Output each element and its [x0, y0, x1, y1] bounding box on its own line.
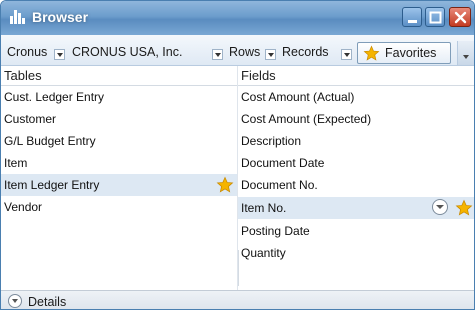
browser-window: Browser Cronus CRONUS USA, Inc. Rows Rec…	[0, 0, 475, 310]
company-label[interactable]: CRONUS USA, Inc.	[72, 45, 182, 59]
minimize-icon	[408, 20, 417, 23]
field-item[interactable]: Document Date	[238, 152, 474, 174]
table-item[interactable]: Cust. Ledger Entry	[1, 86, 237, 108]
window-title: Browser	[32, 9, 89, 25]
details-bar[interactable]: Details	[1, 290, 474, 309]
divider	[238, 250, 239, 286]
field-item-label: Cost Amount (Expected)	[241, 112, 372, 126]
favorites-label: Favorites	[385, 46, 437, 60]
table-item[interactable]: G/L Budget Entry	[1, 130, 237, 152]
favorite-star-icon[interactable]	[216, 176, 234, 194]
table-item-label: Vendor	[4, 200, 43, 214]
records-label[interactable]: Records	[282, 45, 329, 59]
table-item-label: G/L Budget Entry	[4, 134, 96, 148]
favorites-button[interactable]: Favorites	[357, 42, 451, 64]
maximize-icon	[429, 11, 442, 24]
field-item-label: Quantity	[241, 246, 286, 260]
table-item-label: Item Ledger Entry	[4, 178, 100, 192]
field-item-label: Document Date	[241, 156, 325, 170]
field-item-label: Posting Date	[241, 224, 310, 238]
field-item-label: Description	[241, 134, 302, 148]
maximize-button[interactable]	[425, 7, 445, 27]
toolbar-overflow-button[interactable]	[457, 41, 474, 65]
field-item[interactable]: Document No.	[238, 174, 474, 196]
close-icon	[454, 11, 467, 24]
field-item[interactable]: Cost Amount (Expected)	[238, 108, 474, 130]
close-button[interactable]	[449, 7, 471, 27]
table-item-selected[interactable]: Item Ledger Entry	[1, 174, 237, 196]
table-item-label: Customer	[4, 112, 57, 126]
details-label: Details	[28, 295, 67, 309]
field-item[interactable]: Cost Amount (Actual)	[238, 86, 474, 108]
toolbar: Cronus CRONUS USA, Inc. Rows Records Fav…	[1, 35, 474, 66]
minimize-button[interactable]	[402, 7, 422, 27]
tables-header: Tables	[1, 66, 237, 86]
field-item[interactable]: Posting Date	[238, 220, 474, 242]
table-item[interactable]: Item	[1, 152, 237, 174]
table-item-label: Item	[4, 156, 28, 170]
chevron-down-icon[interactable]	[432, 199, 448, 215]
title-bar[interactable]: Browser	[1, 1, 474, 35]
company-dropdown[interactable]	[54, 49, 65, 60]
bar-chart-icon	[10, 10, 26, 24]
table-item-label: Cust. Ledger Entry	[4, 90, 105, 104]
rows-dropdown[interactable]	[265, 49, 276, 60]
field-item-selected[interactable]: Item No.	[238, 197, 474, 219]
fields-header: Fields	[238, 66, 474, 86]
chevron-down-icon[interactable]	[8, 294, 22, 308]
field-item-label: Item No.	[241, 201, 287, 215]
star-icon	[363, 45, 380, 61]
fields-panel: Fields Cost Amount (Actual) Cost Amount …	[238, 66, 474, 290]
favorite-star-icon[interactable]	[455, 199, 473, 217]
field-item[interactable]: Quantity	[238, 242, 474, 264]
field-item-label: Document No.	[241, 178, 318, 192]
field-item[interactable]: Description	[238, 130, 474, 152]
company-name-dropdown[interactable]	[212, 49, 223, 60]
records-dropdown[interactable]	[341, 49, 352, 60]
table-item[interactable]: Vendor	[1, 196, 237, 218]
table-item[interactable]: Customer	[1, 108, 237, 130]
field-item-label: Cost Amount (Actual)	[241, 90, 355, 104]
tables-panel: Tables Cust. Ledger Entry Customer G/L B…	[1, 66, 238, 290]
company-short-label: Cronus	[7, 45, 48, 59]
rows-label[interactable]: Rows	[229, 45, 260, 59]
